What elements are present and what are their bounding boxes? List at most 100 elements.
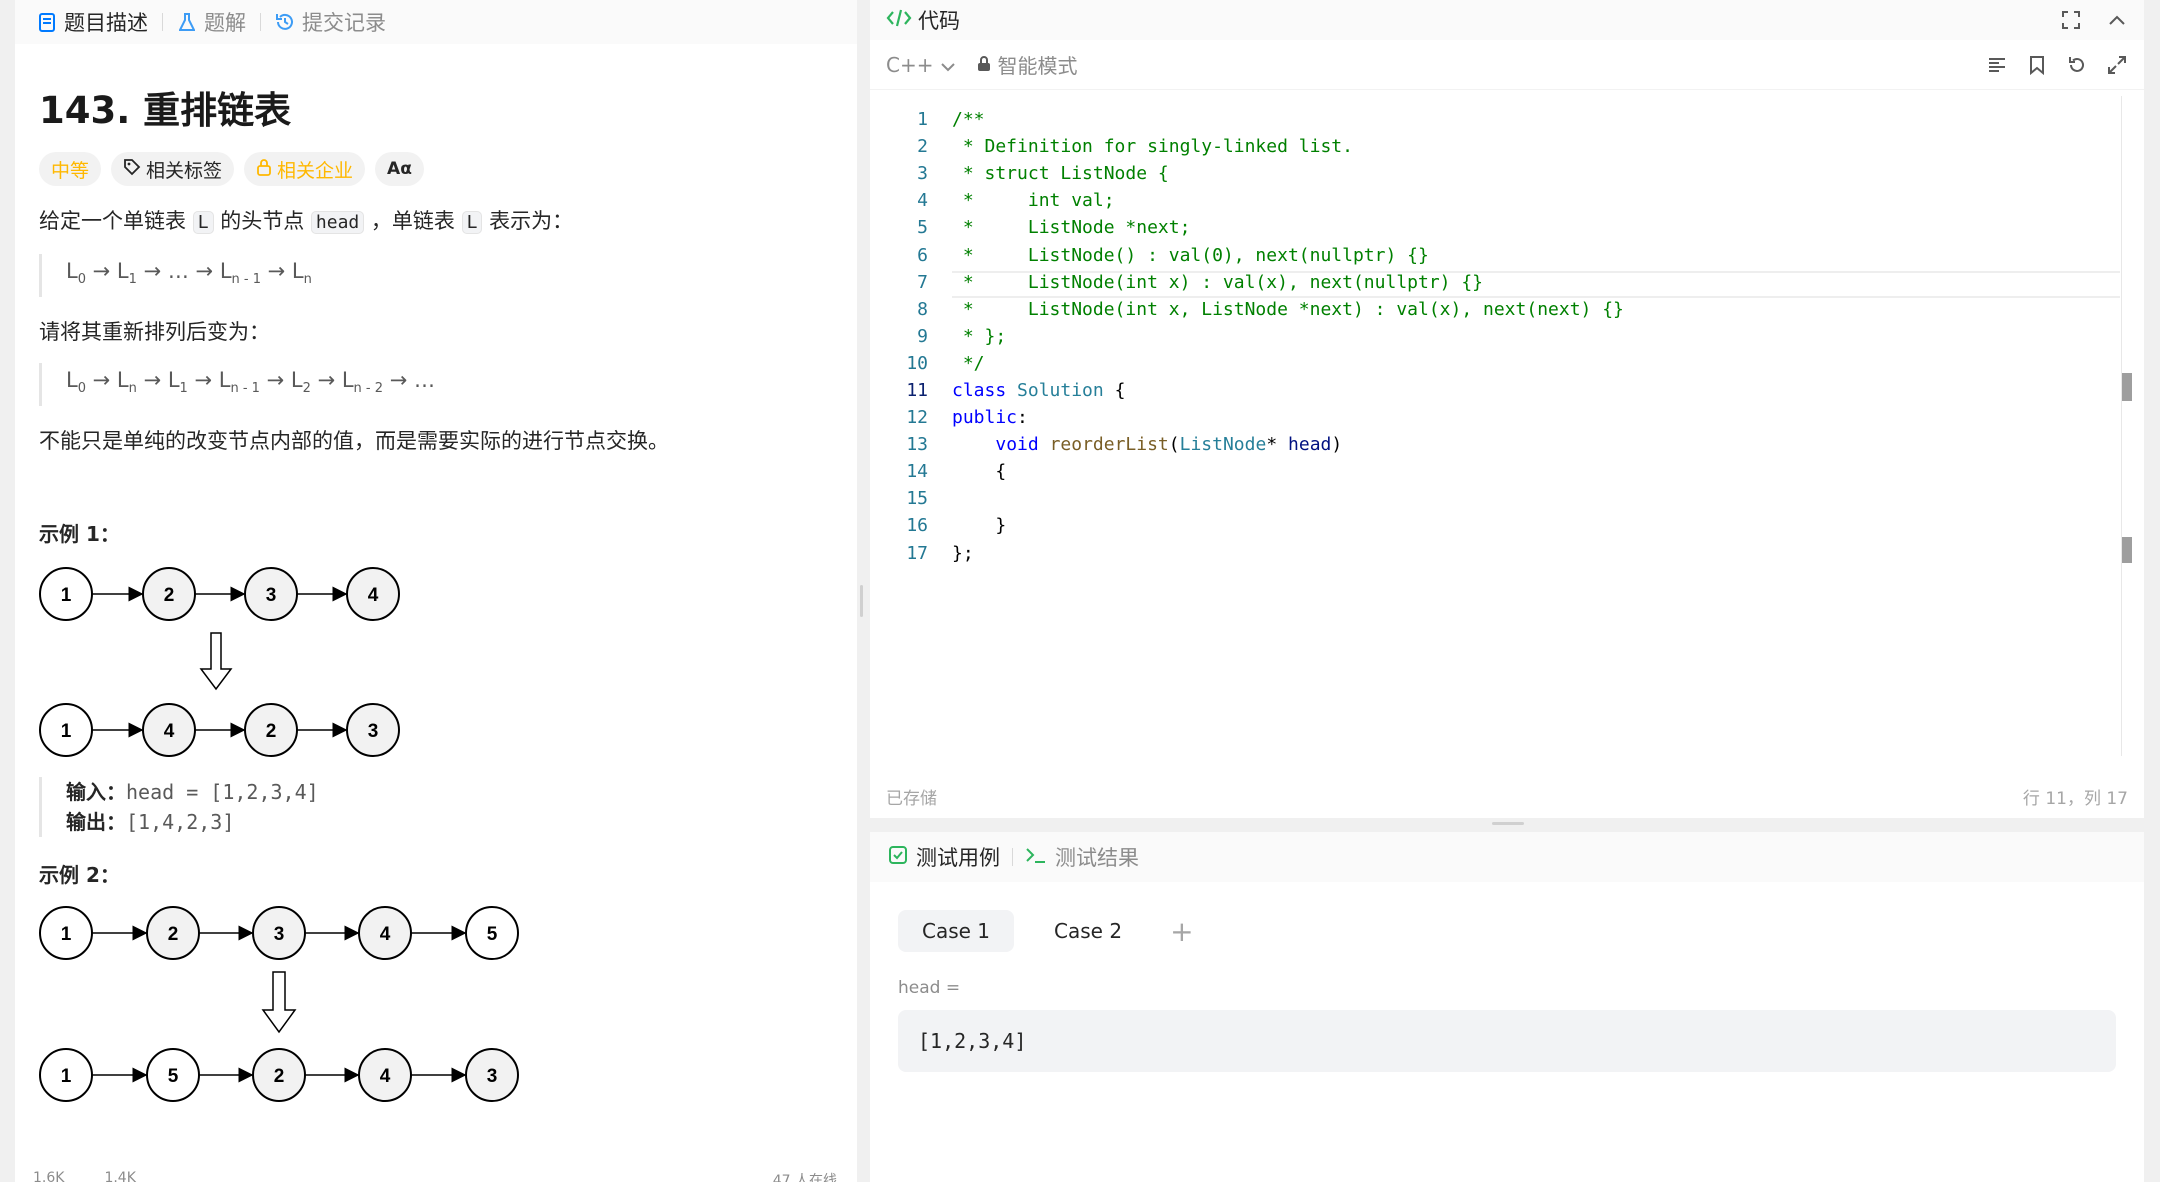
editor-tool-icons (1986, 54, 2128, 76)
companies-tag-button[interactable]: 相关企业 (244, 152, 366, 186)
chevron-down-icon (941, 53, 956, 77)
tab-testcases-label: 测试用例 (916, 846, 1000, 870)
desc-text: 表示为： (482, 209, 574, 233)
topics-tag-button[interactable]: 相关标签 (111, 152, 235, 186)
tab-testcases[interactable]: 测试用例 (888, 842, 1000, 872)
description-paragraph-3: 不能只是单纯的改变节点内部的值，而是需要实际的进行节点交换。 (39, 429, 669, 454)
reset-icon[interactable] (2066, 54, 2088, 76)
smart-mode-toggle[interactable]: 智能模式 (977, 50, 1077, 79)
input-value: head = [1,2,3,4] (126, 780, 319, 805)
code-line: 8 * ListNode(int x, ListNode *next) : va… (917, 298, 1624, 320)
online-count: 47 人在线 (772, 1173, 837, 1182)
collapse-icon[interactable] (2106, 9, 2128, 31)
language-label: C++ (886, 52, 934, 77)
node-label: 2 (266, 721, 277, 742)
node-label: 1 (61, 585, 72, 606)
format-icon[interactable] (1986, 54, 2008, 76)
inline-code: head (310, 211, 365, 234)
comments-button[interactable]: 1.4K (104, 1170, 135, 1182)
tab-description[interactable]: 题目描述 (37, 7, 148, 37)
node-label: 3 (274, 924, 285, 945)
reordered-form-text: L0 → Ln → L1 → Ln - 1 → L2 → Ln - 2 → … (66, 368, 435, 397)
language-select[interactable]: C++ (886, 52, 956, 77)
node-label: 5 (168, 1066, 179, 1087)
flask-icon (177, 12, 197, 32)
font-toggle-button[interactable]: Aα (375, 152, 424, 186)
node-label: 2 (274, 1066, 285, 1087)
example-1-heading: 示例 1： (39, 522, 120, 547)
node-label: 5 (487, 924, 498, 945)
code-line: 13 void reorderList(ListNode* head) (906, 434, 1343, 456)
ex2-row1: 1 2 3 4 5 (39, 906, 519, 961)
code-line: 11 class Solution { (906, 379, 1126, 401)
output-value: [1,4,2,3] (126, 810, 235, 835)
problem-tags: 中等 相关标签 相关企业 Aα (39, 152, 833, 186)
ex1-row1: 1 2 3 4 (39, 567, 400, 622)
tab-divider (162, 13, 163, 31)
inline-code: L (461, 211, 483, 234)
editor-scrollbar-track[interactable] (2121, 96, 2122, 756)
desc-text: 给定一个单链表 (39, 209, 193, 233)
terminal-icon (1025, 845, 1047, 869)
example-2-diagram: 1 2 3 4 5 1 5 2 4 3 (39, 906, 519, 1103)
case-2-button[interactable]: Case 2 (1030, 910, 1146, 952)
example-2-heading: 示例 2： (39, 863, 120, 888)
code-line: 4 * int val; (917, 190, 1115, 212)
tab-submissions[interactable]: 提交记录 (275, 7, 386, 37)
bookmark-icon[interactable] (2026, 54, 2048, 76)
example-1-io: 输入：head = [1,2,3,4] 输出：[1,4,2,3] (39, 777, 833, 838)
code-editor-panel: 代码 C++ 智能模式 1 /** 2 * Definition for sin… (870, 0, 2144, 818)
code-line: 7 * ListNode(int x) : val(x), next(nullp… (917, 271, 1484, 293)
tab-test-result[interactable]: 测试结果 (1025, 842, 1139, 872)
code-icon (886, 8, 912, 33)
add-case-button[interactable]: + (1162, 915, 1201, 948)
variable-input[interactable]: [1,2,3,4] (898, 1010, 2116, 1072)
problem-panel: 题目描述 题解 提交记录 143. 重排链表 中等 相关标签 相关企业 Aα 给… (15, 0, 857, 1182)
ex2-row2: 1 5 2 4 3 (39, 1048, 519, 1103)
problem-content: 143. 重排链表 中等 相关标签 相关企业 Aα 给定一个单链表 L 的头节点… (15, 80, 857, 1111)
down-arrow-icon (199, 632, 233, 691)
panel-resize-handle[interactable] (860, 585, 863, 617)
node-label: 2 (168, 924, 179, 945)
scrollbar-marker (2122, 373, 2132, 401)
node-label: 4 (164, 721, 175, 742)
tab-divider (260, 13, 261, 31)
checkbox-icon (888, 845, 908, 870)
code-line: 12 public: (906, 407, 1028, 429)
description-paragraph-1: 给定一个单链表 L 的头节点 head ，单链表 L 表示为： (39, 206, 833, 238)
difficulty-badge: 中等 (39, 152, 102, 186)
lock-icon (977, 53, 991, 77)
vertical-resize-handle[interactable] (1492, 822, 1524, 825)
code-line: 9 * }; (917, 325, 1007, 347)
code-line: 2 * Definition for singly-linked list. (917, 136, 1353, 158)
saved-status: 已存储 (886, 788, 937, 809)
output-label: 输出： (66, 810, 126, 835)
tab-solutions-label: 题解 (204, 11, 246, 35)
cursor-position: 行 11，列 17 (2022, 788, 2128, 809)
tab-test-result-label: 测试结果 (1055, 846, 1139, 870)
case-selector: Case 1 Case 2 + (870, 910, 2144, 952)
node-label: 4 (380, 1066, 391, 1087)
tab-divider (1012, 848, 1013, 866)
code-line: 16 } (906, 515, 1007, 537)
like-button[interactable]: 1.6K (33, 1170, 64, 1182)
fullscreen-icon[interactable] (2060, 9, 2082, 31)
expand-icon[interactable] (2106, 54, 2128, 76)
editor-header-actions (2060, 9, 2128, 31)
tab-solutions[interactable]: 题解 (177, 7, 246, 37)
editor-header: 代码 (870, 0, 2144, 40)
editor-title: 代码 (886, 5, 960, 35)
down-arrow-icon (261, 971, 297, 1034)
node-label: 4 (368, 585, 379, 606)
editor-status-bar: 已存储 行 11，列 17 (870, 774, 2144, 818)
editor-toolbar: C++ 智能模式 (870, 40, 2144, 90)
code-line: 14 { (906, 461, 1007, 483)
topics-tag-label: 相关标签 (146, 159, 223, 182)
case-1-button[interactable]: Case 1 (898, 910, 1015, 952)
code-editor[interactable]: 1/** 2 * Definition for singly-linked li… (870, 106, 2120, 766)
code-line: 1/** (917, 109, 985, 131)
companies-tag-label: 相关企业 (277, 159, 354, 182)
inline-code: L (192, 211, 214, 234)
node-label: 1 (61, 1066, 72, 1087)
test-tabs: 测试用例 测试结果 (870, 832, 2144, 882)
